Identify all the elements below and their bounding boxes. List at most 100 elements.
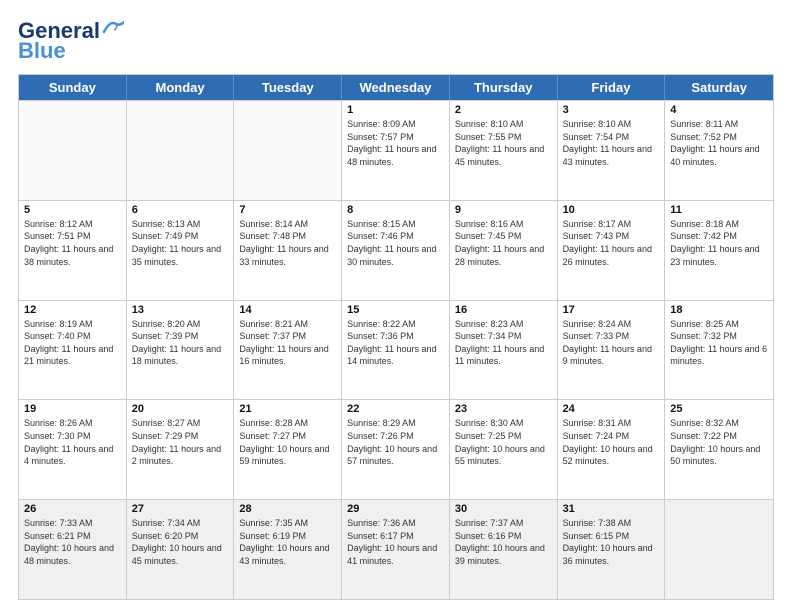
header-day-saturday: Saturday (665, 75, 773, 100)
calendar-cell: 20 Sunrise: 8:27 AM Sunset: 7:29 PM Dayli… (127, 400, 235, 499)
day-info: Sunrise: 7:37 AM Sunset: 6:16 PM Dayligh… (455, 517, 552, 567)
calendar-row-4: 26 Sunrise: 7:33 AM Sunset: 6:21 PM Dayli… (19, 499, 773, 599)
day-number: 6 (132, 204, 229, 216)
calendar-cell (234, 101, 342, 200)
day-info: Sunrise: 8:23 AM Sunset: 7:34 PM Dayligh… (455, 318, 552, 368)
logo-blue: Blue (18, 38, 66, 64)
day-number: 8 (347, 204, 444, 216)
header-day-monday: Monday (127, 75, 235, 100)
day-number: 10 (563, 204, 660, 216)
day-number: 3 (563, 104, 660, 116)
day-info: Sunrise: 8:22 AM Sunset: 7:36 PM Dayligh… (347, 318, 444, 368)
calendar-cell: 21Sunrise: 8:28 AM Sunset: 7:27 PM Dayli… (234, 400, 342, 499)
calendar-cell: 6 Sunrise: 8:13 AM Sunset: 7:49 PM Daylig… (127, 201, 235, 300)
day-info: Sunrise: 8:31 AM Sunset: 7:24 PM Dayligh… (563, 417, 660, 467)
calendar-cell: 10 Sunrise: 8:17 AM Sunset: 7:43 PM Dayli… (558, 201, 666, 300)
header: General Blue (18, 18, 774, 64)
day-info: Sunrise: 8:26 AM Sunset: 7:30 PM Dayligh… (24, 417, 121, 467)
calendar-cell: 7 Sunrise: 8:14 AM Sunset: 7:48 PM Daylig… (234, 201, 342, 300)
header-day-friday: Friday (558, 75, 666, 100)
day-info: Sunrise: 8:09 AM Sunset: 7:57 PM Dayligh… (347, 118, 444, 168)
calendar-row-0: 1Sunrise: 8:09 AM Sunset: 7:57 PM Daylig… (19, 100, 773, 200)
day-info: Sunrise: 8:28 AM Sunset: 7:27 PM Dayligh… (239, 417, 336, 467)
calendar-cell: 13Sunrise: 8:20 AM Sunset: 7:39 PM Dayli… (127, 301, 235, 400)
header-day-wednesday: Wednesday (342, 75, 450, 100)
header-day-tuesday: Tuesday (234, 75, 342, 100)
day-number: 9 (455, 204, 552, 216)
calendar-cell: 22 Sunrise: 8:29 AM Sunset: 7:26 PM Dayli… (342, 400, 450, 499)
day-number: 13 (132, 304, 229, 316)
day-info: Sunrise: 8:16 AM Sunset: 7:45 PM Dayligh… (455, 218, 552, 268)
day-info: Sunrise: 8:15 AM Sunset: 7:46 PM Dayligh… (347, 218, 444, 268)
day-info: Sunrise: 7:35 AM Sunset: 6:19 PM Dayligh… (239, 517, 336, 567)
day-number: 7 (239, 204, 336, 216)
day-number: 29 (347, 503, 444, 515)
day-number: 15 (347, 304, 444, 316)
day-number: 17 (563, 304, 660, 316)
logo-bird-icon (102, 18, 124, 36)
calendar-cell: 31Sunrise: 7:38 AM Sunset: 6:15 PM Dayli… (558, 500, 666, 599)
day-number: 22 (347, 403, 444, 415)
day-info: Sunrise: 8:13 AM Sunset: 7:49 PM Dayligh… (132, 218, 229, 268)
day-number: 5 (24, 204, 121, 216)
day-info: Sunrise: 8:32 AM Sunset: 7:22 PM Dayligh… (670, 417, 768, 467)
day-info: Sunrise: 8:10 AM Sunset: 7:54 PM Dayligh… (563, 118, 660, 168)
calendar-header: SundayMondayTuesdayWednesdayThursdayFrid… (19, 75, 773, 100)
calendar-cell: 15 Sunrise: 8:22 AM Sunset: 7:36 PM Dayli… (342, 301, 450, 400)
calendar-cell: 11 Sunrise: 8:18 AM Sunset: 7:42 PM Dayli… (665, 201, 773, 300)
calendar: SundayMondayTuesdayWednesdayThursdayFrid… (18, 74, 774, 600)
day-number: 19 (24, 403, 121, 415)
calendar-cell: 1Sunrise: 8:09 AM Sunset: 7:57 PM Daylig… (342, 101, 450, 200)
day-info: Sunrise: 8:10 AM Sunset: 7:55 PM Dayligh… (455, 118, 552, 168)
header-day-sunday: Sunday (19, 75, 127, 100)
calendar-cell: 30 Sunrise: 7:37 AM Sunset: 6:16 PM Dayli… (450, 500, 558, 599)
day-info: Sunrise: 8:27 AM Sunset: 7:29 PM Dayligh… (132, 417, 229, 467)
day-number: 24 (563, 403, 660, 415)
calendar-cell: 3 Sunrise: 8:10 AM Sunset: 7:54 PM Daylig… (558, 101, 666, 200)
calendar-cell: 4 Sunrise: 8:11 AM Sunset: 7:52 PM Daylig… (665, 101, 773, 200)
calendar-cell: 25Sunrise: 8:32 AM Sunset: 7:22 PM Dayli… (665, 400, 773, 499)
day-number: 12 (24, 304, 121, 316)
day-number: 30 (455, 503, 552, 515)
day-number: 14 (239, 304, 336, 316)
calendar-body: 1Sunrise: 8:09 AM Sunset: 7:57 PM Daylig… (19, 100, 773, 599)
day-number: 4 (670, 104, 768, 116)
day-number: 27 (132, 503, 229, 515)
day-info: Sunrise: 8:14 AM Sunset: 7:48 PM Dayligh… (239, 218, 336, 268)
day-number: 16 (455, 304, 552, 316)
calendar-cell: 2Sunrise: 8:10 AM Sunset: 7:55 PM Daylig… (450, 101, 558, 200)
day-info: Sunrise: 8:12 AM Sunset: 7:51 PM Dayligh… (24, 218, 121, 268)
day-info: Sunrise: 8:11 AM Sunset: 7:52 PM Dayligh… (670, 118, 768, 168)
day-number: 26 (24, 503, 121, 515)
calendar-cell (19, 101, 127, 200)
day-number: 18 (670, 304, 768, 316)
calendar-cell: 16 Sunrise: 8:23 AM Sunset: 7:34 PM Dayli… (450, 301, 558, 400)
day-info: Sunrise: 8:29 AM Sunset: 7:26 PM Dayligh… (347, 417, 444, 467)
calendar-cell: 19 Sunrise: 8:26 AM Sunset: 7:30 PM Dayli… (19, 400, 127, 499)
day-info: Sunrise: 8:25 AM Sunset: 7:32 PM Dayligh… (670, 318, 768, 368)
calendar-cell (127, 101, 235, 200)
calendar-row-1: 5 Sunrise: 8:12 AM Sunset: 7:51 PM Daylig… (19, 200, 773, 300)
calendar-row-3: 19 Sunrise: 8:26 AM Sunset: 7:30 PM Dayli… (19, 399, 773, 499)
calendar-cell: 14Sunrise: 8:21 AM Sunset: 7:37 PM Dayli… (234, 301, 342, 400)
day-number: 31 (563, 503, 660, 515)
logo: General Blue (18, 18, 124, 64)
calendar-cell: 8 Sunrise: 8:15 AM Sunset: 7:46 PM Daylig… (342, 201, 450, 300)
day-number: 23 (455, 403, 552, 415)
day-number: 20 (132, 403, 229, 415)
day-number: 28 (239, 503, 336, 515)
calendar-cell: 29Sunrise: 7:36 AM Sunset: 6:17 PM Dayli… (342, 500, 450, 599)
day-info: Sunrise: 8:18 AM Sunset: 7:42 PM Dayligh… (670, 218, 768, 268)
calendar-cell: 17Sunrise: 8:24 AM Sunset: 7:33 PM Dayli… (558, 301, 666, 400)
day-info: Sunrise: 7:33 AM Sunset: 6:21 PM Dayligh… (24, 517, 121, 567)
day-number: 11 (670, 204, 768, 216)
day-info: Sunrise: 8:30 AM Sunset: 7:25 PM Dayligh… (455, 417, 552, 467)
page: General Blue SundayMondayTuesdayWednesda… (0, 0, 792, 612)
calendar-row-2: 12Sunrise: 8:19 AM Sunset: 7:40 PM Dayli… (19, 300, 773, 400)
day-info: Sunrise: 8:17 AM Sunset: 7:43 PM Dayligh… (563, 218, 660, 268)
calendar-cell: 9 Sunrise: 8:16 AM Sunset: 7:45 PM Daylig… (450, 201, 558, 300)
calendar-cell (665, 500, 773, 599)
calendar-cell: 26 Sunrise: 7:33 AM Sunset: 6:21 PM Dayli… (19, 500, 127, 599)
header-day-thursday: Thursday (450, 75, 558, 100)
calendar-cell: 23 Sunrise: 8:30 AM Sunset: 7:25 PM Dayli… (450, 400, 558, 499)
